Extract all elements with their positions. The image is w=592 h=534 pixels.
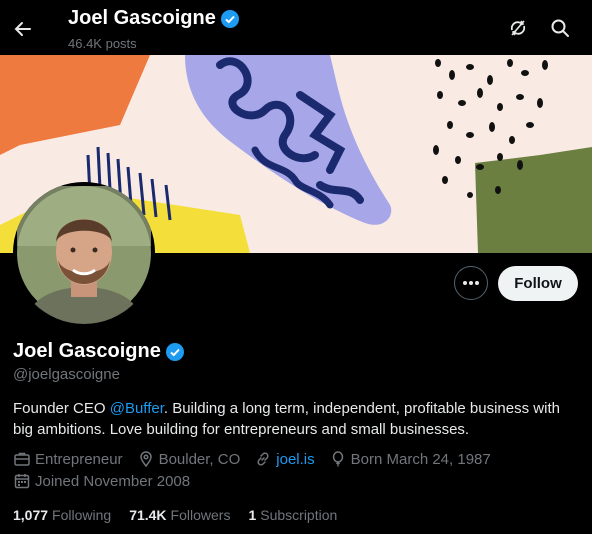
top-bar: Joel Gascoigne 46.4K posts	[0, 0, 592, 55]
category-item: Entrepreneur	[13, 450, 123, 468]
location-item: Boulder, CO	[137, 450, 241, 468]
profile-name: Joel Gascoigne	[13, 340, 161, 362]
subscription-label: Subscription	[260, 507, 338, 523]
unfollow-sync-icon	[510, 20, 526, 36]
location-text: Boulder, CO	[158, 450, 241, 468]
bio-mention-link[interactable]: @Buffer	[110, 400, 164, 417]
profile-joined-row: Joined November 2008	[13, 472, 204, 490]
subscription-count: 1	[248, 507, 257, 523]
joined-item: Joined November 2008	[13, 472, 190, 490]
profile-meta-row: Entrepreneur Boulder, CO joel.is Born Ma…	[13, 450, 505, 468]
search-button[interactable]	[546, 14, 574, 42]
bio-text-start: Founder CEO	[13, 400, 110, 417]
post-count: 46.4K posts	[68, 36, 137, 51]
profile-bio: Founder CEO @Buffer. Building a long ter…	[13, 398, 583, 440]
header-title: Joel Gascoigne	[68, 7, 216, 29]
profile-name-group: Joel Gascoigne	[13, 340, 185, 363]
followers-count: 71.4K	[129, 507, 167, 523]
followers-link[interactable]: 71.4K Followers	[129, 507, 230, 523]
calendar-icon	[14, 474, 30, 489]
following-label: Following	[52, 507, 112, 523]
birthday-text: Born March 24, 1987	[350, 450, 491, 468]
header-title-group: Joel Gascoigne	[68, 7, 240, 30]
website-item[interactable]: joel.is	[254, 450, 315, 468]
joined-text: Joined November 2008	[35, 472, 191, 490]
category-text: Entrepreneur	[35, 450, 123, 468]
avatar[interactable]	[13, 182, 155, 324]
verified-badge-icon[interactable]	[165, 342, 185, 362]
profile-handle: @joelgascoigne	[13, 366, 120, 383]
balloon-icon	[332, 451, 343, 467]
subscription-link[interactable]: 1 Subscription	[248, 507, 337, 523]
verified-badge-icon	[220, 9, 239, 28]
back-button[interactable]	[10, 12, 36, 46]
back-arrow-icon	[14, 22, 31, 36]
search-icon	[551, 19, 569, 37]
more-icon	[463, 281, 479, 285]
more-button[interactable]	[454, 266, 488, 300]
avatar-photo	[13, 182, 155, 324]
followers-label: Followers	[170, 507, 231, 523]
profile-stats: 1,077 Following 71.4K Followers 1 Subscript…	[13, 507, 355, 523]
briefcase-icon	[14, 452, 30, 466]
following-link[interactable]: 1,077 Following	[13, 507, 111, 523]
following-count: 1,077	[13, 507, 49, 523]
follow-button[interactable]: Follow	[498, 266, 578, 301]
unfollow-sync-button[interactable]	[504, 14, 532, 42]
birthday-item: Born March 24, 1987	[329, 450, 491, 468]
website-link[interactable]: joel.is	[276, 451, 314, 468]
link-icon	[257, 452, 269, 466]
location-pin-icon	[139, 451, 152, 468]
